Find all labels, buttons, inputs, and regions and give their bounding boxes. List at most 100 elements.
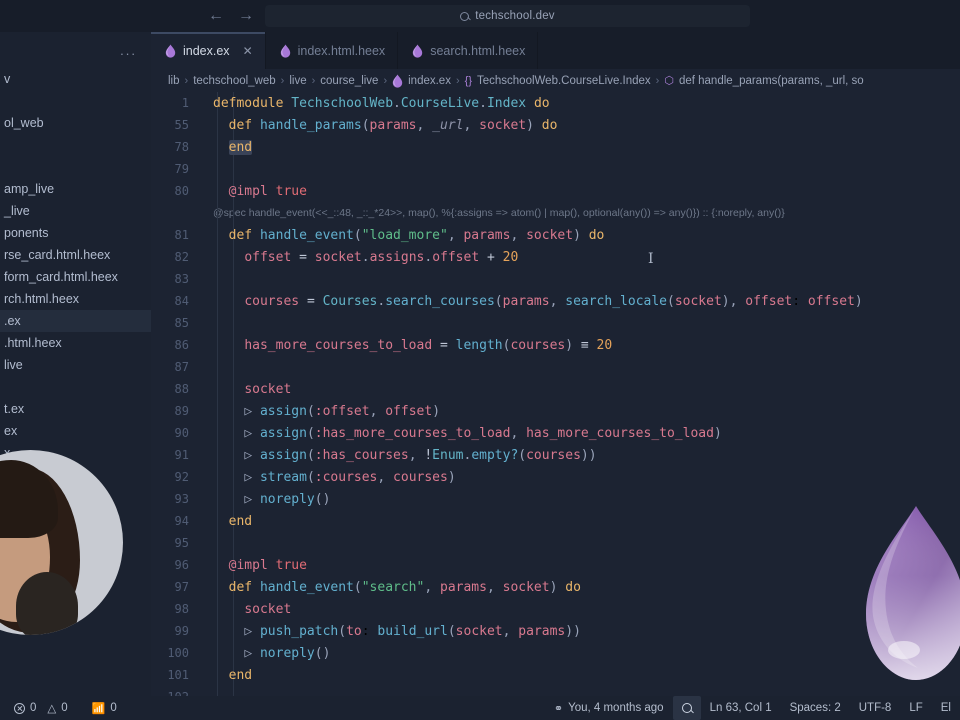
presenter-hair (0, 460, 58, 538)
code-line[interactable]: 98 socket (151, 598, 960, 620)
explorer-spacer (0, 90, 151, 112)
code-line[interactable]: 90 ▷ assign(:has_more_courses_to_load, h… (151, 422, 960, 444)
line-number: 92 (174, 470, 189, 484)
warning-triangle-icon: △ (47, 703, 57, 715)
close-icon[interactable]: ✕ (243, 44, 253, 58)
breadcrumb-part[interactable]: index.ex (408, 75, 451, 87)
line-number: 89 (174, 404, 189, 418)
explorer-item-label: _live (4, 204, 30, 218)
code-line-text: end (228, 139, 253, 155)
editor-tabbar[interactable]: index.ex ✕ index.html.heex search.html.heex (151, 32, 960, 69)
line-number: 96 (174, 558, 189, 572)
code-line[interactable]: 85 (151, 312, 960, 334)
status-indentation[interactable]: Spaces: 2 (781, 696, 850, 720)
line-number: 79 (174, 162, 189, 176)
explorer-item[interactable]: .html.heex (0, 332, 151, 354)
status-problems[interactable]: 0 △ 0 (14, 696, 77, 720)
editor-tab[interactable]: search.html.heex (398, 32, 539, 69)
code-line-text: offset = socket.assigns.offset + 20 (244, 249, 519, 265)
code-line[interactable]: 96 @impl true (151, 554, 960, 576)
code-line[interactable]: 78 end (151, 136, 960, 158)
code-line[interactable]: 95 (151, 532, 960, 554)
breadcrumb-separator: › (280, 74, 285, 87)
explorer-item[interactable]: ponents (0, 222, 151, 244)
code-line[interactable]: 102 (151, 686, 960, 696)
breadcrumb-part[interactable]: techschool_web (193, 75, 275, 87)
code-line[interactable]: 97 def handle_event("search", params, so… (151, 576, 960, 598)
code-line[interactable]: 82 offset = socket.assigns.offset + 20 (151, 246, 960, 268)
code-line-text: defmodule TechschoolWeb.CourseLive.Index… (213, 95, 550, 111)
explorer-item[interactable]: v (0, 68, 151, 90)
code-line[interactable]: 84 courses = Courses.search_courses(para… (151, 290, 960, 312)
breadcrumb-part[interactable]: course_live (320, 75, 378, 87)
explorer-item-label: ponents (4, 226, 49, 240)
code-line[interactable]: 99 ▷ push_patch(to: build_url(socket, pa… (151, 620, 960, 642)
breadcrumb-part[interactable]: live (289, 75, 306, 87)
explorer-item[interactable]: rse_card.html.heex (0, 244, 151, 266)
explorer-item[interactable]: _live (0, 200, 151, 222)
explorer-item-label: t.ex (4, 402, 25, 416)
more-actions-icon[interactable]: ... (120, 44, 137, 57)
line-number: 83 (174, 272, 189, 286)
code-line[interactable]: 81 def handle_event("load_more", params,… (151, 224, 960, 246)
code-line[interactable]: 79 (151, 158, 960, 180)
explorer-item[interactable]: ex (0, 420, 151, 442)
code-line[interactable]: 88 socket (151, 378, 960, 400)
code-line-text: ▷ stream(:courses, courses) (244, 469, 456, 485)
code-line[interactable]: 94 end (151, 510, 960, 532)
editor-tab-label: search.html.heex (430, 43, 526, 58)
breadcrumb-part[interactable]: TechschoolWeb.CourseLive.Index (477, 75, 651, 87)
code-line[interactable]: 55 def handle_params(params, _url, socke… (151, 114, 960, 136)
breadcrumb-separator: › (184, 74, 189, 87)
code-line[interactable]: 83 (151, 268, 960, 290)
code-line-text: end (228, 667, 253, 683)
code-line[interactable]: 89 ▷ assign(:offset, offset) (151, 400, 960, 422)
status-search-button[interactable] (672, 696, 701, 720)
explorer-item[interactable]: rch.html.heex (0, 288, 151, 310)
breadcrumb-separator: › (383, 74, 388, 87)
status-ports[interactable]: 📶 0 (83, 696, 126, 720)
code-line[interactable]: 91 ▷ assign(:has_courses, !Enum.empty?(c… (151, 444, 960, 466)
line-number: 90 (174, 426, 189, 440)
url-bar[interactable]: techschool.dev (265, 5, 750, 27)
status-language-mode[interactable]: El (932, 696, 960, 720)
line-number: 94 (174, 514, 189, 528)
code-line[interactable]: 1 defmodule TechschoolWeb.CourseLive.Inde… (151, 92, 960, 114)
line-number: 82 (174, 250, 189, 264)
explorer-item[interactable]: amp_live (0, 178, 151, 200)
explorer-item[interactable]: form_card.html.heex (0, 266, 151, 288)
elixir-droplet-icon (392, 74, 403, 88)
elixir-droplet-icon (165, 44, 176, 58)
line-number: 91 (174, 448, 189, 462)
line-number: 101 (167, 668, 189, 682)
explorer-item[interactable]: t.ex (0, 398, 151, 420)
explorer-item[interactable]: ol_web (0, 112, 151, 134)
code-line[interactable]: 86 has_more_courses_to_load = length(cou… (151, 334, 960, 356)
code-line[interactable]: @spec handle_event(<<_::48, _::_*24>>, m… (151, 202, 960, 224)
code-line[interactable]: 87 (151, 356, 960, 378)
code-line-text: socket (244, 381, 292, 397)
explorer-file-list[interactable]: v ol_web amp_live _liveponents rse_card.html… (0, 68, 151, 464)
arrow-forward-icon[interactable]: → (238, 8, 254, 24)
line-number: 88 (174, 382, 189, 396)
explorer-item[interactable]: live (0, 354, 151, 376)
vscode-window: ← → techschool.dev ... v ol_web amp_live _l… (0, 0, 960, 720)
code-line[interactable]: 101 end (151, 664, 960, 686)
status-eol[interactable]: LF (900, 696, 931, 720)
breadcrumb-part[interactable]: def handle_params(params, _url, so (679, 75, 864, 87)
status-cursor-position[interactable]: Ln 63, Col 1 (701, 696, 781, 720)
code-line[interactable]: 93 ▷ noreply() (151, 488, 960, 510)
editor-tab[interactable]: index.html.heex (266, 32, 399, 69)
status-encoding[interactable]: UTF-8 (850, 696, 901, 720)
breadcrumb[interactable]: lib › techschool_web › live › course_live › inde… (151, 69, 960, 92)
code-line[interactable]: 100 ▷ noreply() (151, 642, 960, 664)
breadcrumb-part[interactable]: lib (168, 75, 180, 87)
explorer-spacer (0, 376, 151, 398)
editor-tab[interactable]: index.ex ✕ (151, 32, 266, 69)
arrow-left-icon[interactable]: ← (208, 8, 224, 24)
code-line[interactable]: 80 @impl true (151, 180, 960, 202)
code-editor[interactable]: 1 defmodule TechschoolWeb.CourseLive.Inde… (151, 92, 960, 696)
code-line[interactable]: 92 ▷ stream(:courses, courses) (151, 466, 960, 488)
status-git-blame[interactable]: ⚭ You, 4 months ago (545, 696, 673, 720)
explorer-item[interactable]: .ex (0, 310, 151, 332)
